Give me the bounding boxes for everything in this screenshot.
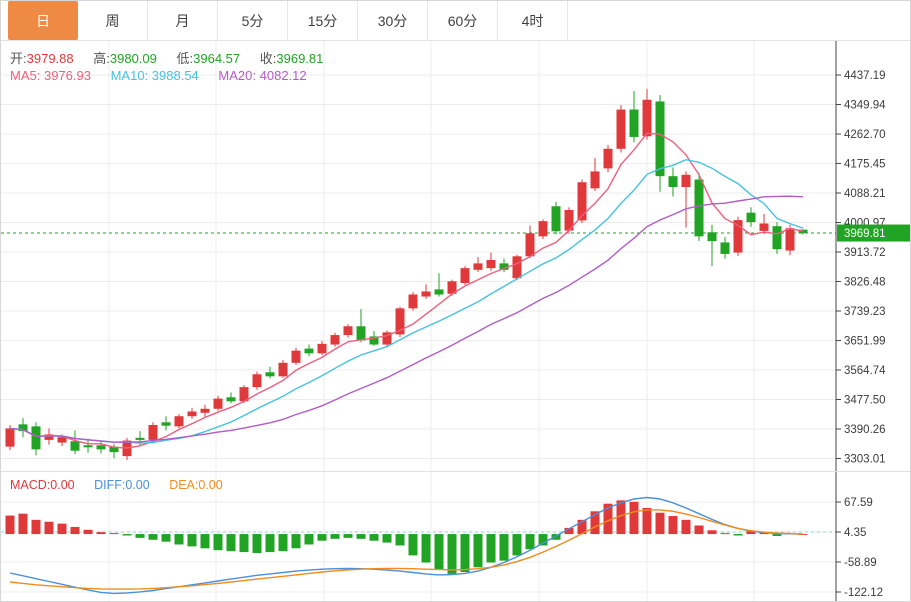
tab-15分[interactable]: 15分 bbox=[288, 1, 358, 40]
dea-value: 0.00 bbox=[198, 478, 223, 492]
y-axis-tick-label: 3826.48 bbox=[844, 277, 886, 289]
ma20-label: MA20: bbox=[218, 68, 256, 83]
y-axis-tick-label: 4262.70 bbox=[844, 129, 886, 141]
kline-chart-window: 日周月 5分 15分 30分 60分 4时 4437.19 4349.94 4262.70 41… bbox=[0, 0, 911, 602]
tab-4时[interactable]: 4时 bbox=[498, 1, 568, 40]
tab-周[interactable]: 周 bbox=[78, 1, 148, 40]
tab-60分[interactable]: 60分 bbox=[428, 1, 498, 40]
macd-tick-label: -58.89 bbox=[844, 557, 877, 569]
ma-legend: MA5: 3976.93 MA10: 3988.54 MA20: 4082.12 bbox=[10, 68, 323, 83]
y-axis-tick-label: 3564.74 bbox=[844, 365, 886, 377]
tab-30分[interactable]: 30分 bbox=[358, 1, 428, 40]
macd-legend: MACD:0.00 DIFF:0.00 DEA:0.00 bbox=[10, 478, 239, 492]
close-value: 3969.81 bbox=[276, 51, 324, 66]
y-axis-tick-label: 3913.72 bbox=[844, 247, 886, 259]
diff-value: 0.00 bbox=[125, 478, 150, 492]
y-axis-tick-label: 4349.94 bbox=[844, 100, 886, 112]
ma5-value: 3976.93 bbox=[43, 68, 91, 83]
dea-label: DEA: bbox=[169, 478, 199, 492]
tab-月[interactable]: 月 bbox=[148, 1, 218, 40]
ma10-label: MA10: bbox=[110, 68, 149, 83]
candles-group bbox=[5, 88, 808, 461]
price-chart-canvas[interactable]: 4437.194349.944262.704175.454088.214000.… bbox=[1, 41, 911, 471]
open-value: 3979.88 bbox=[26, 51, 74, 66]
close-label: 收: bbox=[259, 51, 277, 66]
current-price-tag: 3969.81 bbox=[837, 224, 910, 242]
y-axis-tick-label: 4088.21 bbox=[844, 188, 886, 200]
timeframe-tabs: 日周月 5分 15分 30分 60分 4时 bbox=[1, 1, 910, 41]
macd-histogram bbox=[5, 500, 808, 574]
tab-日[interactable]: 日 bbox=[8, 1, 78, 40]
y-axis-tick-label: 3651.99 bbox=[844, 336, 886, 348]
diff-line bbox=[9, 496, 804, 595]
y-axis-tick-label: 3477.50 bbox=[844, 395, 886, 407]
ma20-value: 4082.12 bbox=[259, 68, 307, 83]
ma10-line bbox=[9, 158, 804, 444]
tab-5分[interactable]: 5分 bbox=[218, 1, 288, 40]
y-axis-tick-label: 3303.01 bbox=[844, 454, 886, 466]
low-label: 低: bbox=[176, 51, 194, 66]
high-value: 3980.09 bbox=[109, 51, 157, 66]
macd-value: 0.00 bbox=[50, 478, 75, 492]
price-chart-panel: 4437.19 4349.94 4262.70 4175.45 4088.21 4000.… bbox=[1, 41, 910, 471]
diff-label: DIFF: bbox=[94, 478, 126, 492]
macd-axis-labels: 67.59 4.35 -58.89 -122.12 bbox=[836, 497, 883, 599]
ma10-value: 3988.54 bbox=[151, 68, 199, 83]
grid-lines bbox=[1, 41, 836, 471]
high-label: 高: bbox=[93, 51, 110, 66]
y-axis-tick-label: 4437.19 bbox=[844, 70, 886, 82]
macd-tick-label: -122.12 bbox=[844, 587, 883, 599]
macd-panel: 67.59 4.35 -58.89 -122.12 MACD:0.00 DIFF:0.… bbox=[1, 471, 910, 601]
y-axis-labels: 4437.194349.944262.704175.454088.214000.… bbox=[836, 70, 886, 466]
macd-label: MACD: bbox=[10, 478, 51, 492]
open-label: 开: bbox=[10, 51, 27, 66]
y-axis-tick-label: 3390.26 bbox=[844, 424, 886, 436]
quote-bar: 开:3979.88 高:3980.09 低:3964.57 收:3969.81 bbox=[10, 48, 339, 67]
macd-tick-label: 4.35 bbox=[844, 527, 866, 539]
ma5-label: MA5: bbox=[10, 68, 41, 83]
y-axis-tick-label: 3739.23 bbox=[844, 306, 886, 318]
low-value: 3964.57 bbox=[193, 51, 241, 66]
macd-tick-label: 67.59 bbox=[844, 497, 873, 509]
y-axis-tick-label: 4175.45 bbox=[844, 159, 886, 171]
svg-text:3969.81: 3969.81 bbox=[844, 228, 886, 240]
